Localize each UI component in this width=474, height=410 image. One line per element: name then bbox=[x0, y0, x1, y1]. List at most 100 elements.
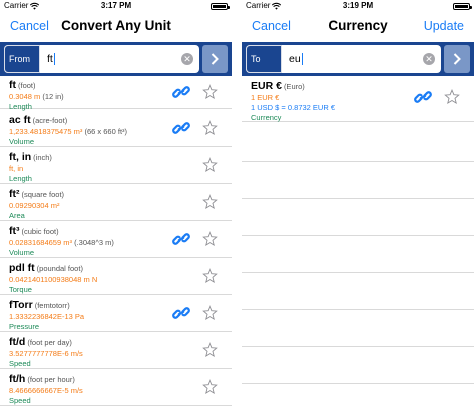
unit-category: Area bbox=[9, 211, 25, 220]
list-item[interactable]: ft (foot) 0.3048 m (12 in) Length bbox=[0, 76, 232, 111]
search-bar: To eu ✕ bbox=[242, 42, 474, 76]
text-caret bbox=[53, 53, 55, 65]
unit-category: Length bbox=[9, 174, 32, 183]
unit-category: Volume bbox=[9, 137, 35, 146]
empty-row bbox=[242, 347, 474, 384]
text-caret bbox=[301, 53, 303, 65]
unit-symbol: ft, in bbox=[9, 151, 32, 163]
unit-symbol: ft/h bbox=[9, 373, 26, 385]
link-icon[interactable] bbox=[172, 231, 190, 247]
list-item[interactable]: ft² (square foot) 0.09290304 m² Area bbox=[0, 184, 232, 221]
search-input-value: eu bbox=[289, 53, 301, 65]
navigation-bar: Cancel Currency Update bbox=[242, 12, 474, 42]
from-label: From bbox=[4, 45, 40, 73]
unit-name: (foot per day) bbox=[27, 338, 72, 347]
star-icon[interactable] bbox=[202, 305, 218, 321]
unit-value: 3.5277777778E-6 m/s bbox=[9, 349, 83, 358]
list-item[interactable]: pdl ft (poundal foot) 0.0421401100938048 … bbox=[0, 258, 232, 295]
chevron-right-icon bbox=[453, 53, 461, 65]
unit-value: ft, in bbox=[9, 164, 24, 173]
empty-row bbox=[242, 236, 474, 273]
page-title: Convert Any Unit bbox=[61, 18, 171, 33]
currency-name: (Euro) bbox=[283, 82, 305, 91]
clear-icon[interactable]: ✕ bbox=[423, 53, 435, 65]
unit-category: Pressure bbox=[9, 322, 40, 331]
unit-category: Volume bbox=[9, 248, 35, 257]
unit-value: 1,233.4818375475 m³ bbox=[9, 127, 83, 136]
currency-value: 1 EUR € bbox=[251, 93, 280, 102]
unit-category: Torque bbox=[9, 285, 32, 294]
unit-name: (square foot) bbox=[21, 190, 65, 199]
unit-category: Speed bbox=[9, 359, 31, 368]
search-field[interactable]: To eu ✕ bbox=[246, 45, 441, 73]
search-bar: From ft ✕ bbox=[0, 42, 232, 76]
link-icon[interactable] bbox=[172, 120, 190, 136]
list-item[interactable]: ft/h (foot per hour) 8.4666666667E-5 m/s … bbox=[0, 369, 232, 406]
empty-row bbox=[242, 199, 474, 236]
search-input[interactable]: eu bbox=[282, 53, 423, 65]
unit-category: Speed bbox=[9, 396, 31, 405]
unit-name: (foot per hour) bbox=[27, 375, 75, 384]
star-icon[interactable] bbox=[202, 268, 218, 284]
unit-symbol: ft³ bbox=[9, 225, 20, 237]
unit-extra: (66 x 660 ft³) bbox=[84, 127, 128, 136]
star-icon[interactable] bbox=[202, 84, 218, 100]
unit-name: (cubic foot) bbox=[21, 227, 59, 236]
search-input-value: ft bbox=[47, 53, 53, 65]
link-icon[interactable] bbox=[172, 305, 190, 321]
to-label: To bbox=[246, 45, 282, 73]
status-time: 3:19 PM bbox=[342, 1, 374, 10]
chevron-right-icon bbox=[211, 53, 219, 65]
unit-name: (acre-foot) bbox=[32, 116, 68, 125]
unit-name: (poundal foot) bbox=[36, 264, 83, 273]
empty-row bbox=[242, 122, 474, 162]
unit-symbol: ac ft bbox=[9, 114, 31, 126]
update-button[interactable]: Update bbox=[424, 19, 464, 33]
star-icon[interactable] bbox=[202, 342, 218, 358]
navigation-bar: Cancel Convert Any Unit bbox=[0, 12, 232, 42]
status-bar: Carrier 3:17 PM bbox=[0, 0, 232, 12]
go-button[interactable] bbox=[202, 45, 228, 73]
empty-row bbox=[242, 310, 474, 347]
currency-results-list: EUR € (Euro) 1 EUR € 1 USD $ = 0.8732 EUR… bbox=[242, 76, 474, 384]
unit-name: (inch) bbox=[33, 153, 52, 162]
battery-icon bbox=[211, 3, 230, 10]
unit-value: 0.3048 m bbox=[9, 92, 41, 101]
unit-extra: (12 in) bbox=[42, 92, 64, 101]
list-item[interactable]: fTorr (femtotorr) 1.3332236842E-13 Pa Pre… bbox=[0, 295, 232, 332]
star-icon[interactable] bbox=[202, 194, 218, 210]
star-icon[interactable] bbox=[202, 157, 218, 173]
list-item[interactable]: ac ft (acre-foot) 1,233.4818375475 m³ (66… bbox=[0, 109, 232, 147]
list-item[interactable]: EUR € (Euro) 1 EUR € 1 USD $ = 0.8732 EUR… bbox=[242, 76, 474, 122]
unit-name: (femtotorr) bbox=[34, 301, 70, 310]
link-icon[interactable] bbox=[414, 89, 432, 105]
search-field[interactable]: From ft ✕ bbox=[4, 45, 199, 73]
star-icon[interactable] bbox=[202, 379, 218, 395]
unit-value: 8.4666666667E-5 m/s bbox=[9, 386, 83, 395]
link-icon[interactable] bbox=[172, 84, 190, 100]
clear-icon[interactable]: ✕ bbox=[181, 53, 193, 65]
unit-symbol: ft² bbox=[9, 188, 20, 200]
status-time: 3:17 PM bbox=[100, 1, 132, 10]
star-icon[interactable] bbox=[202, 120, 218, 136]
search-input[interactable]: ft bbox=[40, 53, 181, 65]
unit-symbol: pdl ft bbox=[9, 262, 35, 274]
unit-value: 1.3332236842E-13 Pa bbox=[9, 312, 85, 321]
list-item[interactable]: ft, in (inch) ft, in Length bbox=[0, 147, 232, 184]
unit-name: (foot) bbox=[18, 81, 36, 90]
star-icon[interactable] bbox=[202, 231, 218, 247]
unit-symbol: fTorr bbox=[9, 299, 33, 311]
empty-row bbox=[242, 273, 474, 310]
currency-symbol: EUR € bbox=[251, 80, 282, 92]
currency-screen: Carrier 3:19 PM Cancel Currency Update T… bbox=[242, 0, 474, 410]
empty-row bbox=[242, 162, 474, 199]
list-item[interactable]: ft³ (cubic foot) 0.02831684659 m³ (.3048^… bbox=[0, 221, 232, 258]
unit-symbol: ft bbox=[9, 79, 16, 91]
screen-divider bbox=[232, 0, 242, 410]
go-button[interactable] bbox=[444, 45, 470, 73]
unit-symbol: ft/d bbox=[9, 336, 26, 348]
status-bar: Carrier 3:19 PM bbox=[242, 0, 474, 12]
unit-extra: (.3048^3 m) bbox=[74, 238, 114, 247]
list-item[interactable]: ft/d (foot per day) 3.5277777778E-6 m/s S… bbox=[0, 332, 232, 369]
star-icon[interactable] bbox=[444, 89, 460, 105]
